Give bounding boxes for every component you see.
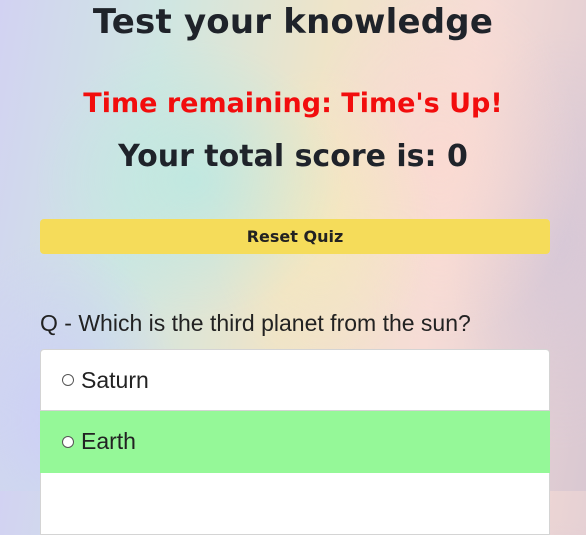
answer-option[interactable]: [40, 473, 550, 535]
answer-options-list: Saturn Earth: [40, 349, 550, 535]
reset-quiz-button[interactable]: Reset Quiz: [40, 219, 550, 254]
radio-icon[interactable]: [62, 435, 74, 448]
time-remaining-text: Time remaining: Time's Up!: [83, 88, 503, 119]
total-score-text: Your total score is: 0: [118, 139, 468, 174]
page-title: Test your knowledge: [92, 2, 494, 42]
answer-option-label: Earth: [81, 428, 136, 454]
answer-option-saturn[interactable]: Saturn: [40, 349, 550, 411]
radio-icon[interactable]: [62, 374, 74, 386]
question-text: Q - Which is the third planet from the s…: [40, 310, 471, 336]
answer-option-earth[interactable]: Earth: [40, 411, 550, 473]
answer-option-label: Saturn: [81, 366, 149, 393]
